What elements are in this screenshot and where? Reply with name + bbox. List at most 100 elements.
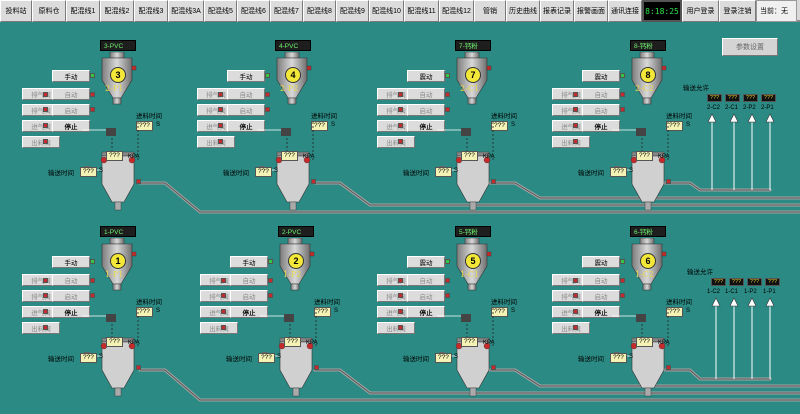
discharge-valve-button[interactable]: 出料阀: [552, 322, 590, 334]
nav-alarm-screen[interactable]: 报警画面: [574, 0, 608, 22]
permit-value: ???: [765, 278, 780, 286]
convey-time-value: ???: [435, 167, 452, 177]
hopper-code: 2-P1: [105, 84, 124, 93]
discharge-valve-button[interactable]: 出料阀: [377, 322, 415, 334]
nav-line-6[interactable]: 配混线6: [237, 0, 270, 22]
feed-time-label: 进料时间: [314, 299, 340, 306]
mode-button[interactable]: 震动: [582, 70, 620, 82]
status-led: [90, 73, 95, 78]
auto-button[interactable]: 自动: [407, 88, 445, 100]
pressure-value: ???: [106, 151, 123, 161]
nav-comm-connect[interactable]: 通讯连接: [608, 0, 642, 22]
mode-button[interactable]: 手动: [52, 70, 90, 82]
start-button[interactable]: 启动: [582, 104, 620, 116]
clock-display: 8:18:25: [642, 0, 682, 22]
mode-button[interactable]: 手动: [52, 256, 90, 268]
status-led: [398, 123, 403, 128]
hopper-code: 2-C1: [460, 84, 480, 93]
nav-line-5[interactable]: 配混线5: [204, 0, 237, 22]
discharge-valve-button[interactable]: 出料阀: [197, 136, 235, 148]
nav-line-3[interactable]: 配混线3: [134, 0, 168, 22]
auto-button[interactable]: 自动: [52, 274, 90, 286]
logout-button[interactable]: 登录注销: [719, 0, 756, 22]
auto-button[interactable]: 自动: [52, 88, 90, 100]
nav-line-7[interactable]: 配混线7: [270, 0, 303, 22]
user-login-button[interactable]: 用户登录: [682, 0, 719, 22]
nav-history-curve[interactable]: 历史曲线: [506, 0, 540, 22]
nav-line-9[interactable]: 配混线9: [336, 0, 369, 22]
nav-line-10[interactable]: 配混线10: [369, 0, 404, 22]
status-led: [445, 259, 450, 264]
outlet-valve-led: [311, 179, 316, 184]
parameter-settings-button[interactable]: 参数设置: [722, 38, 778, 56]
nav-pin[interactable]: 管销: [474, 0, 506, 22]
permit-value: ???: [711, 278, 726, 286]
status-led: [268, 259, 273, 264]
discharge-valve-button[interactable]: 出料阀: [377, 136, 415, 148]
nav-line-3a[interactable]: 配混线3A: [168, 0, 204, 22]
discharge-valve-button[interactable]: 出料阀: [22, 136, 60, 148]
start-button[interactable]: 启动: [407, 290, 445, 302]
auto-button[interactable]: 自动: [230, 274, 268, 286]
feed-time-label: 进料时间: [491, 299, 517, 306]
convey-time-label: 输送时间: [403, 170, 429, 177]
outlet-valve-led: [136, 179, 141, 184]
convey-time-label: 输送时间: [226, 356, 252, 363]
start-button[interactable]: 启动: [407, 104, 445, 116]
mode-button[interactable]: 手动: [230, 256, 268, 268]
nav-line-2[interactable]: 配混线2: [100, 0, 134, 22]
start-button[interactable]: 启动: [582, 290, 620, 302]
permit-value: ???: [725, 94, 740, 102]
status-led: [620, 107, 625, 112]
hopper-unit-2: 2-PVC 2 1-P2 手动 排气阀 自动 排气阀 启动 进气阀 停止 出料阀 进料时间??? S??…: [178, 224, 378, 414]
convey-time-label: 输送时间: [48, 170, 74, 177]
nav-report-records[interactable]: 报表记录: [540, 0, 574, 22]
auto-button[interactable]: 自动: [582, 88, 620, 100]
permit-line-label: 1-C1: [725, 289, 739, 295]
nav-raw-silo[interactable]: 原料仓: [32, 0, 66, 22]
start-button[interactable]: 启动: [52, 290, 90, 302]
status-led: [90, 259, 95, 264]
seconds-unit: S: [454, 354, 459, 360]
discharge-valve-button[interactable]: 出料阀: [22, 322, 60, 334]
mode-button[interactable]: 震动: [582, 256, 620, 268]
unit-tag: 8-钙粉: [630, 40, 666, 51]
nav-line-12[interactable]: 配混线12: [439, 0, 474, 22]
permit-line-label: 2-P2: [743, 105, 756, 111]
status-led: [43, 325, 48, 330]
start-button[interactable]: 启动: [230, 290, 268, 302]
convey-permit-label: 输送允许: [687, 269, 713, 276]
auto-button[interactable]: 自动: [227, 88, 265, 100]
outlet-valve-led: [491, 365, 496, 370]
nav-line-1[interactable]: 配混线1: [66, 0, 100, 22]
seconds-unit: S: [334, 308, 339, 314]
app-window: { "nav":{ "items":["投料站","原料仓","配混线1","配…: [0, 0, 800, 414]
seconds-unit: S: [99, 354, 104, 360]
start-button[interactable]: 启动: [227, 104, 265, 116]
status-led: [90, 107, 95, 112]
hopper-unit-4: 4-PVC 4 2-P2 手动 排气阀 自动 排气阀 启动 进气阀 停止 出料阀 进料时间??? S??…: [175, 38, 375, 228]
mode-button[interactable]: 震动: [407, 256, 445, 268]
hopper-unit-1: 1-PVC 1 1-P1 手动 排气阀 自动 排气阀 启动 进气阀 停止 出料阀 进料时间??? S??…: [0, 224, 200, 414]
unit-tag: 1-PVC: [100, 226, 136, 237]
pressure-value: ???: [461, 151, 478, 161]
hopper-code: 2-P2: [280, 84, 299, 93]
seconds-unit: S: [156, 308, 161, 314]
auto-button[interactable]: 自动: [407, 274, 445, 286]
permit-line-label: 1-P1: [763, 289, 776, 295]
discharge-valve-button[interactable]: 出料阀: [200, 322, 238, 334]
nav-line-8[interactable]: 配混线8: [303, 0, 336, 22]
auto-button[interactable]: 自动: [582, 274, 620, 286]
nav-feed-station[interactable]: 投料站: [0, 0, 32, 22]
status-led: [398, 293, 403, 298]
nav-line-11[interactable]: 配混线11: [404, 0, 439, 22]
pressure-value: ???: [636, 151, 653, 161]
pressure-value: ???: [284, 337, 301, 347]
mode-button[interactable]: 震动: [407, 70, 445, 82]
discharge-valve-button[interactable]: 出料阀: [552, 136, 590, 148]
kpa-unit: KPA: [658, 154, 670, 160]
mode-button[interactable]: 手动: [227, 70, 265, 82]
pressure-value: ???: [461, 337, 478, 347]
hopper-number: 1: [110, 253, 126, 269]
start-button[interactable]: 启动: [52, 104, 90, 116]
